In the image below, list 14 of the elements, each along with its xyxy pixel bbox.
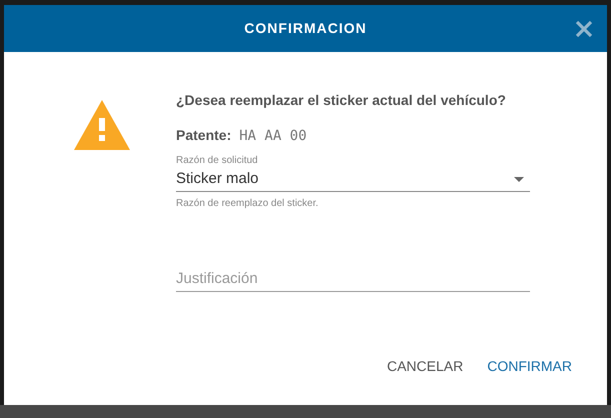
cancel-button[interactable]: CANCELAR [386,356,464,377]
reason-select[interactable]: Sticker malo [176,168,530,192]
plate-label: Patente: [176,126,232,145]
justification-field[interactable]: Justificación [176,266,530,292]
reason-helper-text: Razón de reemplazo del sticker. [176,197,320,211]
plate-value: HA AA 00 [239,127,307,146]
dialog-title: CONFIRMACION [244,19,367,38]
question-text: ¿Desea reemplazar el sticker actual del vehículo? [176,91,507,110]
dropdown-caret-icon [514,177,524,182]
reason-label: Razón de solicitud [176,154,259,168]
close-icon [575,20,593,38]
confirm-button[interactable]: CONFIRMAR [487,356,572,377]
close-button[interactable] [573,18,595,40]
warning-icon [74,100,130,150]
